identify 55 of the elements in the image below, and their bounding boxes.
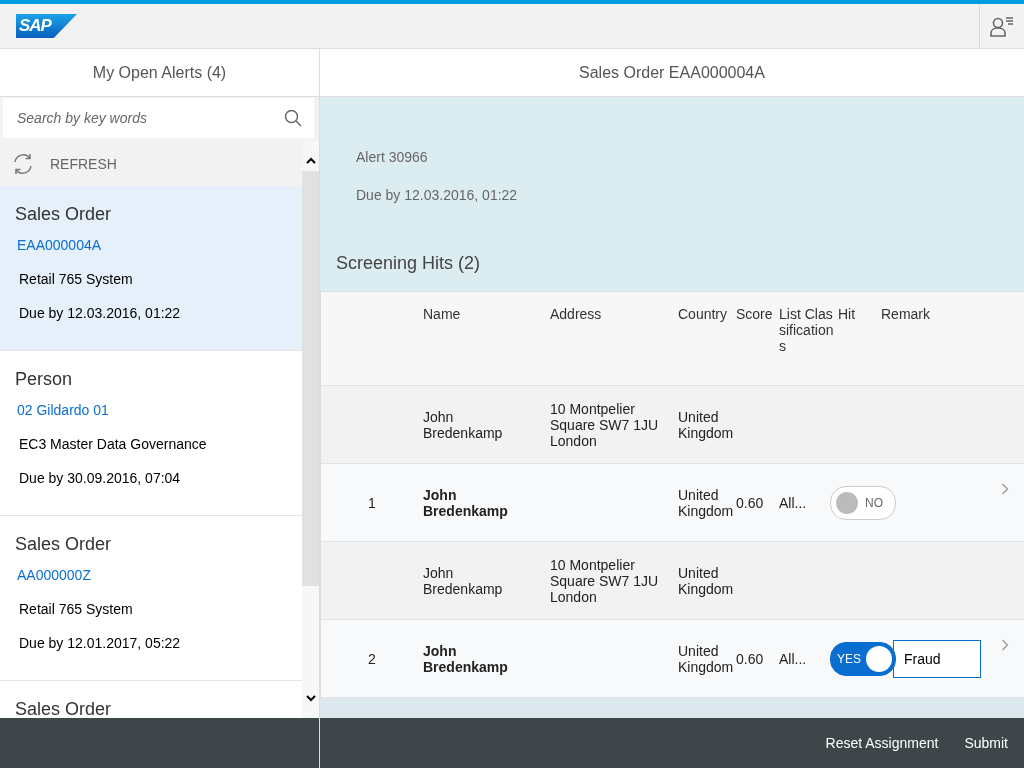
item-due-date: Due by 12.03.2016, 01:22 (19, 305, 181, 321)
refresh-button[interactable]: REFRESH (0, 141, 302, 186)
item-type: Sales Order (15, 204, 113, 225)
toggle-switch[interactable]: NO (830, 485, 896, 520)
item-type: Sales Order (15, 699, 113, 718)
alert-due-date: Due by 12.03.2016, 01:22 (356, 187, 518, 203)
item-link[interactable]: AA000000Z (17, 567, 91, 583)
remark-field[interactable]: Fraud (893, 639, 981, 678)
table-cell-text: John Bredenkamp (423, 564, 504, 597)
item-due-date: Due by 12.01.2017, 05:22 (19, 635, 181, 651)
item-type: Person (15, 369, 74, 390)
table-cell-text: 2 (367, 650, 377, 667)
logo: SAP (16, 14, 77, 38)
table-cell-text: United Kingdom (678, 486, 735, 519)
alert-number: Alert 30966 (356, 149, 428, 165)
search-icon[interactable] (284, 109, 302, 127)
column-header: Address (550, 305, 603, 324)
column-header: Name (423, 305, 462, 324)
table-cell-text: United Kingdom (678, 408, 735, 441)
table-cell-text: John Bredenkamp (423, 408, 504, 441)
refresh-icon (11, 151, 35, 176)
table-cell-text: All... (779, 494, 808, 511)
footer-button[interactable]: Reset Assignment (813, 727, 951, 759)
table-cell-text: United Kingdom (678, 642, 735, 675)
table-cell-text: 0.60 (736, 494, 765, 511)
item-system: EC3 Master Data Governance (19, 436, 207, 452)
item-due-date: Due by 30.09.2016, 07:04 (19, 470, 181, 486)
chevron-right-icon[interactable] (1001, 483, 1009, 495)
column-header: Hit (838, 305, 857, 324)
toggle-switch[interactable]: YES (830, 641, 896, 676)
table-cell-text: John Bredenkamp (423, 642, 509, 675)
item-link[interactable]: EAA000004A (17, 237, 102, 253)
search-field[interactable]: Search by key words (3, 98, 314, 138)
column-header: Country (678, 305, 729, 324)
item-link[interactable]: 02 Gildardo 01 (17, 402, 109, 418)
scrollbar-thumb[interactable] (302, 171, 319, 586)
scrollbar[interactable] (302, 141, 319, 718)
table-cell-text: John Bredenkamp (423, 486, 509, 519)
table-cell-text: All... (779, 650, 808, 667)
table-cell-text: 10 Montpelier Square SW7 1JU London (550, 556, 660, 605)
footer-button[interactable]: Submit (952, 727, 1020, 759)
table-cell-text: 0.60 (736, 650, 765, 667)
column-header: Remark (881, 305, 931, 324)
chevron-right-icon[interactable] (1001, 639, 1009, 651)
column-header: List Classifications (779, 305, 835, 356)
alert-list-item[interactable]: Sales Order EAA000004A Retail 765 System Due by 12.03.2016, 01:22 (0, 186, 302, 351)
column-header: Score (736, 305, 774, 324)
section-title: Screening Hits (2) (336, 253, 481, 274)
item-system: Retail 765 System (19, 271, 133, 287)
item-system: Retail 765 System (19, 601, 133, 617)
table-cell-text: United Kingdom (678, 564, 735, 597)
user-icon (990, 15, 1014, 37)
item-type: Sales Order (15, 534, 113, 555)
table-cell-text: 10 Montpelier Square SW7 1JU London (550, 400, 660, 449)
table-cell-text: 1 (367, 494, 377, 511)
